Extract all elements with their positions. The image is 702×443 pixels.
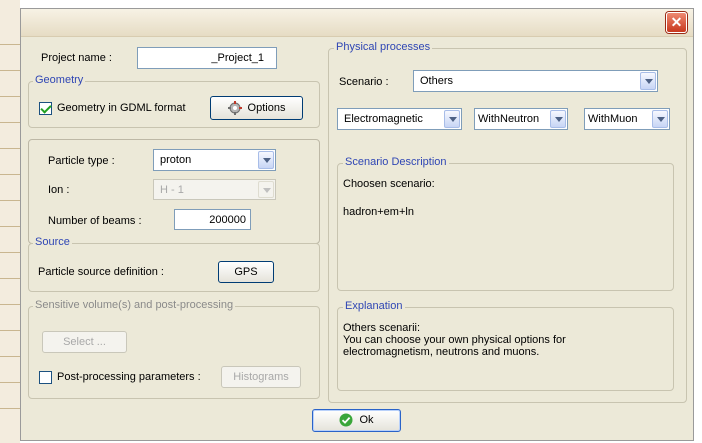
number-of-beams-label: Number of beams : (48, 215, 142, 227)
background-divider (0, 356, 20, 357)
explanation-line: electromagnetism, neutrons and muons. (343, 346, 540, 358)
ion-value: H - 1 (160, 184, 184, 196)
gdml-checkbox-label: Geometry in GDML format (57, 102, 186, 114)
background-divider (0, 122, 20, 123)
ok-button-label: Ok (359, 414, 374, 426)
background-divider (0, 174, 20, 175)
background-divider (0, 200, 20, 201)
title-bar: ✕ (21, 9, 693, 37)
background-divider (0, 70, 20, 71)
ion-select[interactable]: H - 1 (153, 179, 276, 200)
histograms-button[interactable]: Histograms (221, 366, 301, 388)
scenario-label: Scenario : (339, 76, 389, 88)
number-of-beams-input[interactable]: 200000 (174, 209, 251, 230)
source-definition-label: Particle source definition : (38, 266, 164, 278)
background-divider (0, 44, 20, 45)
close-icon: ✕ (670, 14, 683, 30)
muon-select[interactable]: WithMuon (584, 108, 670, 130)
source-group-title: Source (33, 236, 72, 248)
close-button[interactable]: ✕ (666, 12, 687, 33)
ok-button[interactable]: Ok (312, 409, 401, 432)
explanation-title: Explanation (343, 300, 405, 312)
background-divider (0, 278, 20, 279)
background-divider (0, 96, 20, 97)
background-divider (0, 408, 20, 409)
scenario-description-title: Scenario Description (343, 156, 449, 168)
chevron-down-icon[interactable] (640, 72, 656, 90)
project-name-label: Project name : (41, 52, 112, 64)
gps-button[interactable]: GPS (218, 261, 274, 283)
particle-type-label: Particle type : (48, 155, 115, 167)
post-processing-checkbox[interactable] (39, 371, 52, 384)
post-processing-label: Post-processing parameters : (57, 371, 201, 383)
sensitive-volume-group-title: Sensitive volume(s) and post-processing (33, 299, 236, 311)
chevron-down-icon[interactable] (258, 151, 274, 169)
physical-processes-title: Physical processes (334, 41, 433, 53)
muon-value: WithMuon (588, 113, 638, 125)
geometry-group-title: Geometry (33, 74, 86, 86)
chevron-down-icon[interactable] (258, 181, 274, 198)
neutron-value: WithNeutron (478, 113, 540, 125)
project-name-input[interactable]: _Project_1 (137, 47, 277, 69)
scenario-description-line: Choosen scenario: (343, 178, 435, 190)
background-divider (0, 304, 20, 305)
chevron-down-icon[interactable] (550, 110, 566, 128)
chevron-down-icon[interactable] (652, 110, 668, 128)
explanation-line: You can choose your own physical options… (343, 334, 566, 346)
electromagnetic-value: Electromagnetic (344, 113, 423, 125)
dialog-window: ✕ Project name : _Project_1 Geometry Geo… (20, 8, 694, 441)
background-divider (0, 252, 20, 253)
background-divider (0, 330, 20, 331)
particle-type-value: proton (160, 154, 192, 166)
options-button-label: Options (247, 102, 286, 114)
background-divider (0, 148, 20, 149)
check-icon (339, 413, 353, 427)
options-button[interactable]: Options (210, 96, 303, 120)
particle-type-select[interactable]: proton (153, 149, 276, 171)
scenario-description-line: hadron+em+ln (343, 206, 414, 218)
gdml-checkbox[interactable] (39, 102, 52, 115)
explanation-line: Others scenarii: (343, 322, 421, 334)
scenario-select[interactable]: Others (413, 70, 658, 92)
chevron-down-icon[interactable] (444, 110, 460, 128)
electromagnetic-select[interactable]: Electromagnetic (337, 108, 462, 130)
background-divider (0, 226, 20, 227)
neutron-select[interactable]: WithNeutron (474, 108, 568, 130)
select-button[interactable]: Select ... (42, 331, 127, 353)
ion-label: Ion : (48, 184, 70, 196)
background-divider (0, 382, 20, 383)
scenario-value: Others (420, 75, 454, 87)
gear-icon (227, 101, 242, 116)
background-window-strip (0, 0, 20, 443)
